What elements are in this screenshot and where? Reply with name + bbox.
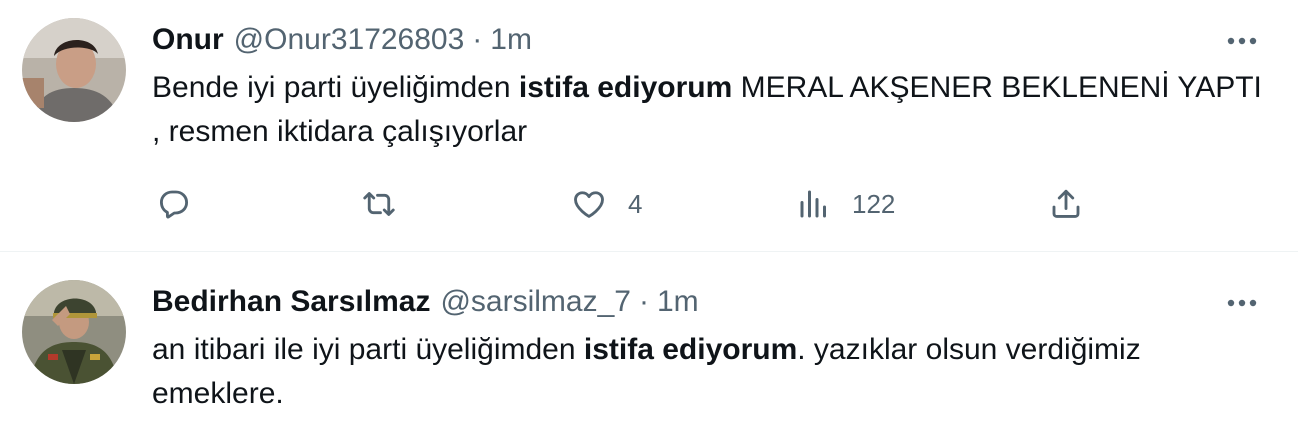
separator-dot: · [472, 23, 483, 56]
views-icon [796, 186, 832, 222]
tweet-text-start: Bende iyi parti üyeliğimden [152, 71, 519, 104]
tweet-text-bold: istifa ediyorum [583, 333, 798, 366]
author-name[interactable]: Onur [152, 23, 224, 57]
tweet-text: an itibari ile iyi parti üyeliğimden ist… [152, 328, 1262, 416]
views-count: 122 [852, 188, 896, 219]
retweet-icon [360, 186, 398, 222]
separator-dot: · [638, 285, 649, 318]
reply-button[interactable] [156, 182, 192, 226]
reply-icon [156, 186, 192, 222]
like-button[interactable]: 4 [570, 182, 642, 226]
heart-icon [570, 186, 608, 222]
author-handle[interactable]: @Onur31726803 [234, 23, 465, 57]
tweet-text: Bende iyi parti üyeliğimden istifa ediyo… [152, 66, 1262, 154]
tweet-text-start: an itibari ile iyi parti üyeliğimden [152, 333, 584, 366]
tweet-header: Onur @Onur31726803 · 1m [152, 20, 532, 60]
share-icon [1048, 186, 1084, 222]
timestamp[interactable]: 1m [657, 285, 699, 319]
avatar[interactable] [22, 18, 126, 122]
tweet[interactable]: Bedirhan Sarsılmaz @sarsilmaz_7 · 1m an … [0, 252, 1298, 434]
more-icon[interactable] [1222, 288, 1262, 318]
tweet[interactable]: Onur @Onur31726803 · 1m Bende iyi parti … [0, 0, 1298, 252]
author-handle[interactable]: @sarsilmaz_7 [440, 285, 631, 319]
tweet-header: Bedirhan Sarsılmaz @sarsilmaz_7 · 1m [152, 282, 699, 322]
tweet-text-bold: istifa ediyorum [518, 71, 733, 104]
retweet-button[interactable] [360, 182, 398, 226]
more-icon[interactable] [1222, 26, 1262, 56]
views-button[interactable]: 122 [796, 182, 895, 226]
author-name[interactable]: Bedirhan Sarsılmaz [152, 285, 430, 319]
avatar[interactable] [22, 280, 126, 384]
action-bar: 4 122 [0, 182, 1298, 226]
timestamp[interactable]: 1m [490, 23, 532, 57]
like-count: 4 [628, 188, 643, 219]
share-button[interactable] [1048, 182, 1084, 226]
